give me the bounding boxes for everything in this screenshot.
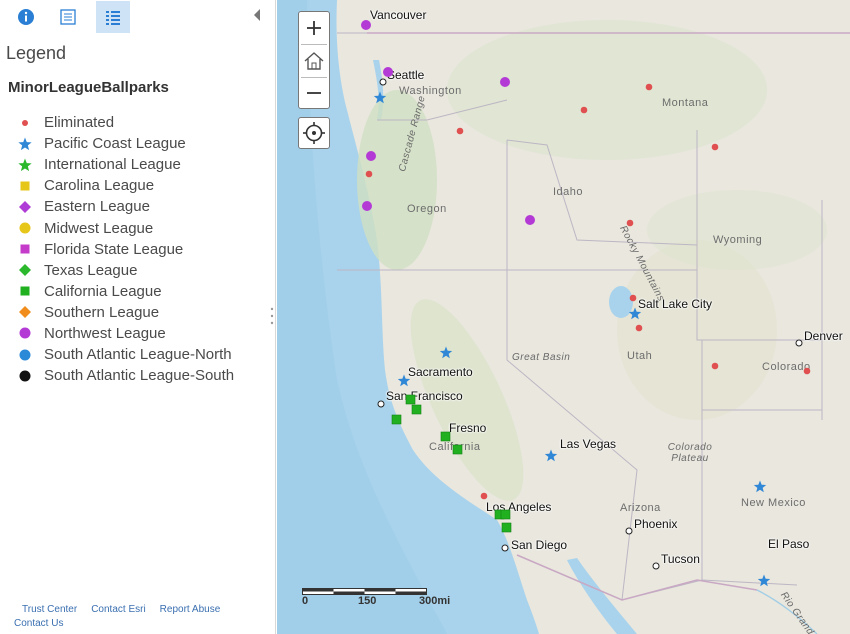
region-label: Great Basin — [512, 352, 571, 363]
circle-symbol-icon — [14, 326, 36, 340]
region-label: Montana — [662, 97, 709, 109]
legend-item-label: International League — [44, 156, 181, 174]
legend-heading: Legend — [6, 43, 67, 63]
legend-item: International League — [14, 154, 234, 175]
legend-item: Northwest League — [14, 323, 234, 344]
scale-label: 300mi — [419, 595, 451, 607]
city-label: Sacramento — [408, 365, 473, 379]
city-label: El Paso — [768, 537, 810, 551]
report-abuse-link[interactable]: Report Abuse — [160, 604, 221, 615]
legend-item: Eastern League — [14, 196, 234, 217]
circle-symbol-icon — [14, 369, 36, 383]
city-label: San Francisco — [386, 389, 463, 403]
square-symbol-icon — [14, 284, 36, 298]
sidebar-panel: Legend MinorLeagueBallparks Eliminated Pa… — [0, 0, 276, 634]
star-symbol-icon — [14, 137, 36, 151]
about-tab[interactable] — [9, 1, 43, 33]
city-label: San Diego — [511, 538, 568, 552]
legend-item-label: Florida State League — [44, 240, 184, 258]
legend-item-label: Eastern League — [44, 198, 150, 216]
circle-symbol-icon — [14, 221, 36, 235]
home-button[interactable] — [299, 45, 329, 77]
legend-item: Florida State League — [14, 239, 234, 260]
layers-tab[interactable] — [51, 1, 85, 33]
scale-label: 0 — [302, 595, 309, 607]
region-label: Arizona — [620, 502, 661, 514]
square-symbol-icon — [14, 179, 36, 193]
legend-item-label: Texas League — [44, 261, 138, 279]
city-label: Denver — [804, 329, 843, 343]
city-label: Phoenix — [634, 517, 678, 531]
region-label: Colorado — [762, 361, 811, 373]
region-label: New Mexico — [741, 497, 806, 509]
panel-resize-grip[interactable] — [270, 306, 274, 326]
locate-button[interactable] — [298, 117, 330, 149]
city-label: Los Angeles — [486, 500, 552, 514]
legend-item: South Atlantic League-North — [14, 344, 234, 365]
city-label: Vancouver — [370, 8, 427, 22]
diamond-symbol-icon — [14, 200, 36, 214]
legend-item: South Atlantic League-South — [14, 365, 234, 386]
city-label: Tucson — [661, 552, 700, 566]
circle-symbol-icon — [14, 348, 36, 362]
legend-item-label: Northwest League — [44, 324, 166, 342]
city-label: Seattle — [387, 68, 425, 82]
contact-esri-link[interactable]: Contact Esri — [91, 604, 145, 615]
list-icon — [106, 11, 120, 25]
region-label: Utah — [627, 350, 653, 362]
diamond-symbol-icon — [14, 305, 36, 319]
legend-item: California League — [14, 281, 234, 302]
region-label: Idaho — [553, 186, 584, 198]
legend-tab[interactable] — [96, 1, 130, 33]
legend-list: Eliminated Pacific Coast League Internatio… — [14, 112, 234, 386]
zoom-out-button[interactable] — [299, 77, 329, 109]
legend-item-label: Pacific Coast League — [44, 135, 186, 153]
scale-label: 150 — [358, 595, 377, 607]
legend-item-label: Carolina League — [44, 177, 155, 195]
star-symbol-icon — [14, 158, 36, 172]
legend-item-label: Southern League — [44, 303, 160, 321]
layer-title: MinorLeagueBallparks — [8, 79, 169, 96]
legend-item: Texas League — [14, 260, 234, 281]
region-label: Oregon — [407, 203, 447, 215]
region-label: Washington — [399, 85, 462, 97]
legend-item: Eliminated — [14, 112, 234, 133]
contact-us-link[interactable]: Contact Us — [14, 618, 63, 629]
legend-item-label: South Atlantic League-North — [44, 346, 232, 364]
footer-links: Trust Center Contact Esri Report Abuse Con… — [8, 603, 266, 631]
legend-item: Midwest League — [14, 217, 234, 238]
layers-icon — [60, 9, 76, 25]
small-circle-symbol-icon — [14, 116, 36, 130]
legend-item: Carolina League — [14, 175, 234, 196]
crosshair-icon — [303, 122, 325, 144]
collapse-panel-icon[interactable] — [252, 8, 262, 22]
city-label: Fresno — [449, 421, 487, 435]
home-icon — [304, 52, 324, 70]
plus-icon — [307, 21, 321, 35]
city-label: Salt Lake City — [638, 297, 713, 311]
diamond-symbol-icon — [14, 263, 36, 277]
region-label: Wyoming — [713, 234, 763, 246]
legend-item-label: California League — [44, 282, 162, 300]
map-view[interactable]: Washington Oregon Idaho Montana Wyoming … — [277, 0, 850, 634]
trust-center-link[interactable]: Trust Center — [22, 604, 77, 615]
legend-item: Pacific Coast League — [14, 133, 234, 154]
minus-icon — [307, 92, 321, 94]
info-icon — [18, 9, 34, 25]
sidebar-tabbar — [0, 0, 276, 36]
city-label: Las Vegas — [560, 437, 617, 451]
scale-bar: 0 150 300mi — [302, 588, 462, 610]
legend-item: Southern League — [14, 302, 234, 323]
region-label: Colorado Plateau — [667, 442, 713, 464]
square-symbol-icon — [14, 242, 36, 256]
legend-item-label: Eliminated — [44, 114, 115, 132]
region-label: California — [429, 441, 481, 453]
zoom-control — [298, 11, 330, 109]
legend-item-label: South Atlantic League-South — [44, 367, 235, 385]
legend-item-label: Midwest League — [44, 219, 154, 237]
zoom-in-button[interactable] — [299, 12, 329, 44]
